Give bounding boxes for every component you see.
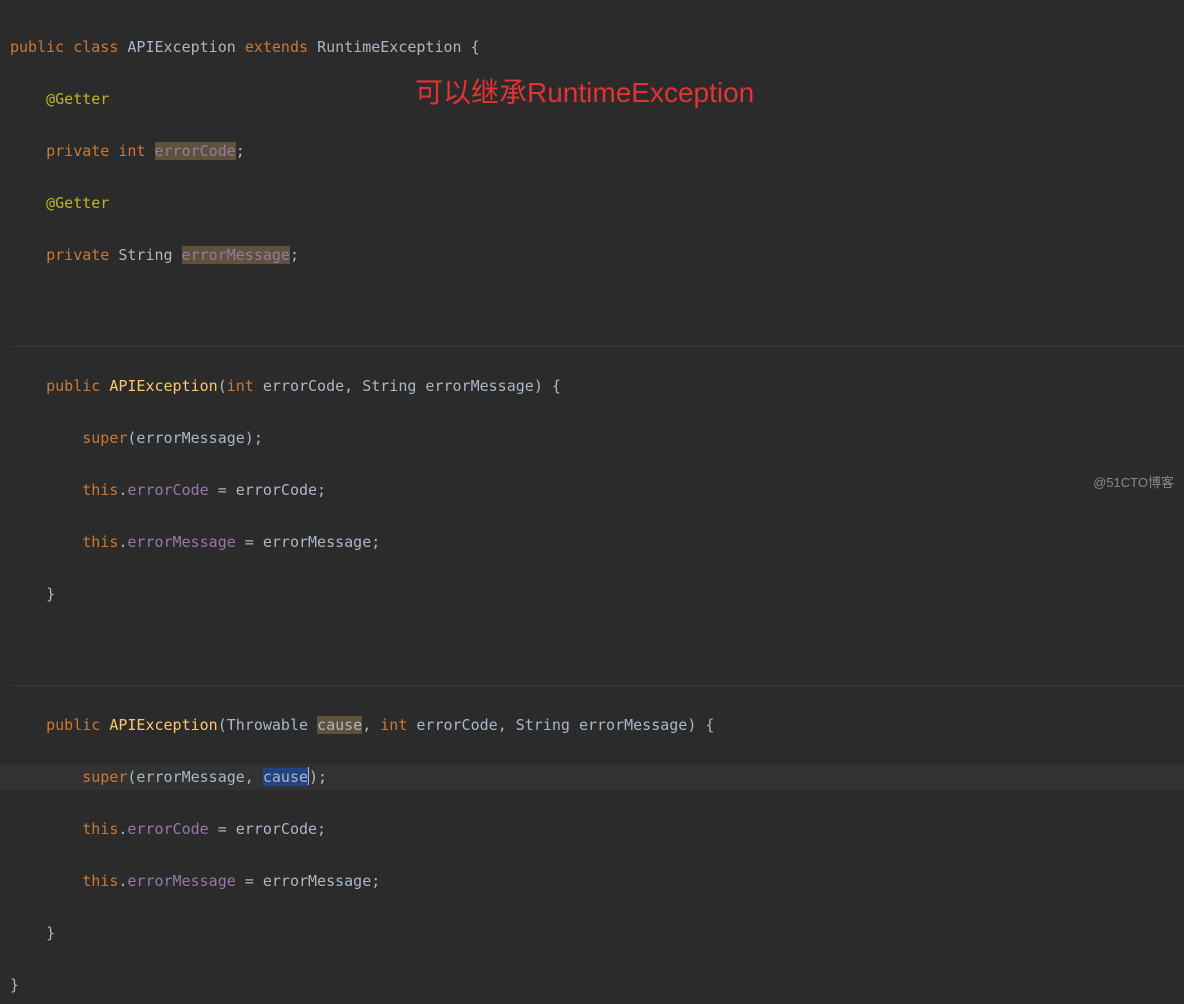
class-close-brace: } [10,972,1184,998]
param-cause-selected: cause [263,768,308,786]
param-cause: cause [317,716,362,734]
constructor-signature: public APIException(int errorCode, Strin… [10,373,1184,399]
field-errorcode: errorCode [155,142,236,160]
code-editor[interactable]: public class APIException extends Runtim… [0,0,1184,1004]
field-annotation-line: @Getter [10,190,1184,216]
field-declaration-line: private int errorCode; [10,138,1184,164]
close-brace-line: } [10,581,1184,607]
field-errormessage: errorMessage [182,246,290,264]
text-caret [308,767,309,785]
close-brace-line: } [10,920,1184,946]
code-line: this.errorMessage = errorMessage; [10,529,1184,555]
class-declaration-line: public class APIException extends Runtim… [10,34,1184,60]
field-declaration-line: private String errorMessage; [10,242,1184,268]
code-line: this.errorCode = errorCode; [10,816,1184,842]
method-separator [10,685,1184,686]
method-separator [10,346,1184,347]
code-line: this.errorCode = errorCode; [10,477,1184,503]
code-line: this.errorMessage = errorMessage; [10,868,1184,894]
field-annotation-line: @Getter [10,86,1184,112]
code-line: super(errorMessage); [10,425,1184,451]
blank-line [10,633,1184,659]
current-line: super(errorMessage, cause); [0,764,1184,790]
constructor-signature: public APIException(Throwable cause, int… [10,712,1184,738]
blank-line [10,294,1184,320]
watermark: @51CTO博客 [1093,470,1174,496]
